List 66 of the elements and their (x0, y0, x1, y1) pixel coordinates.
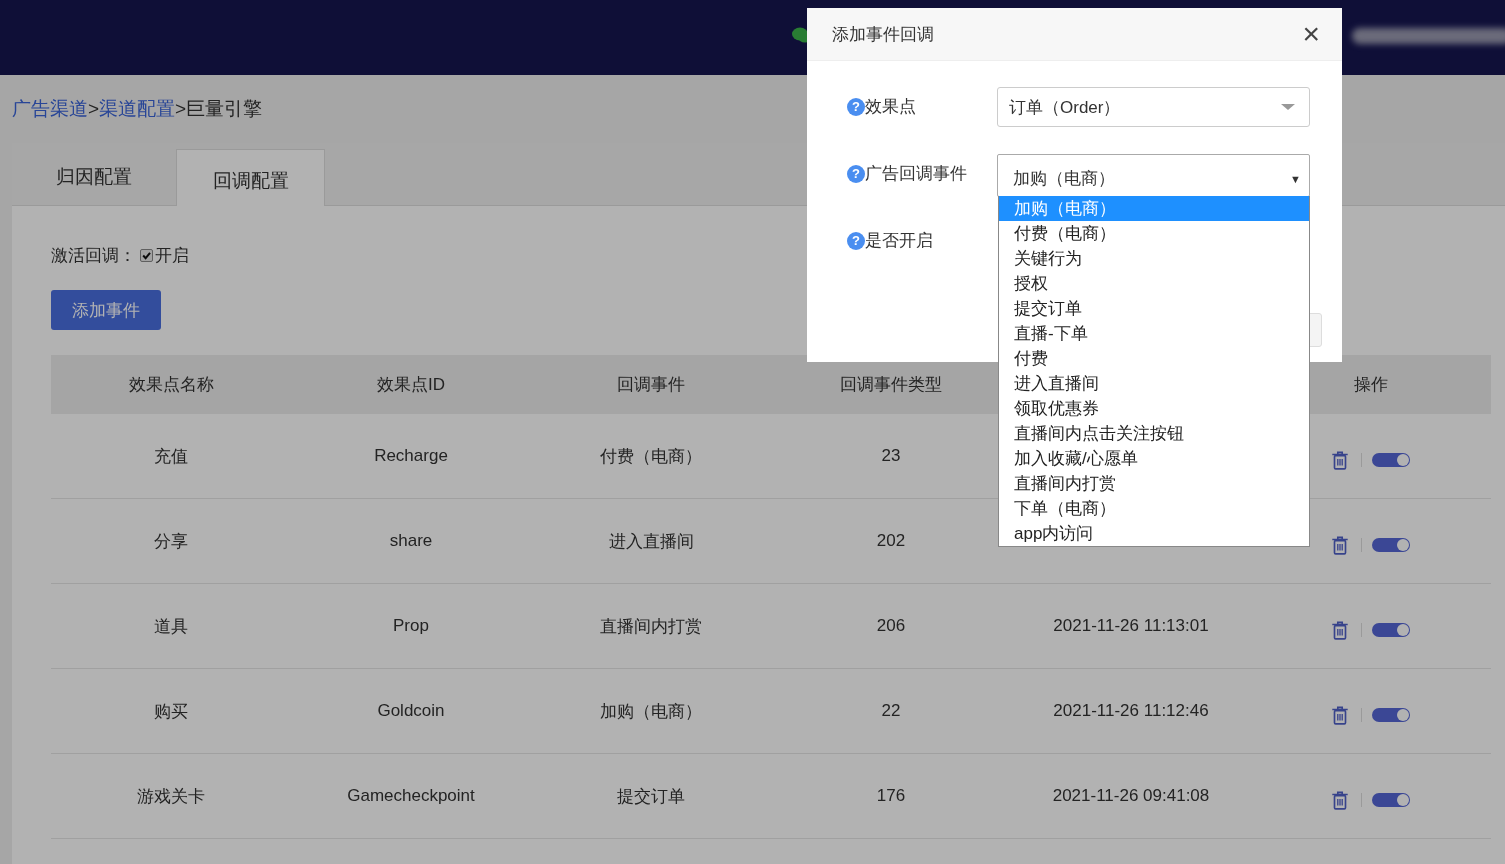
table-cell: 206 (876, 616, 906, 635)
table-cell: 2021-11-26 11:13:01 (1053, 616, 1209, 635)
caret-icon: ▼ (1290, 172, 1301, 185)
tab[interactable]: 归因配置 (12, 149, 176, 205)
field-label: 效果点 (865, 96, 916, 118)
breadcrumb-current: 巨量引擎 (186, 97, 263, 121)
dropdown-option[interactable]: 提交订单 (999, 296, 1309, 321)
table-cell: Gamecheckpoint (347, 786, 475, 805)
column-header: 回调事件 (617, 375, 685, 394)
column-header: 效果点名称 (128, 375, 214, 394)
add-event-button[interactable]: 添加事件 (51, 290, 161, 330)
table-cell: 提交订单 (617, 786, 685, 806)
table-cell: 充值 (154, 446, 188, 466)
breadcrumb-link[interactable]: 广告渠道 (12, 96, 88, 122)
checkbox-label: 开启 (155, 244, 189, 267)
toggle-switch[interactable] (1371, 623, 1410, 637)
table-cell: 176 (876, 786, 906, 805)
dropdown-option[interactable]: 付费（电商） (999, 221, 1309, 246)
table-cell: 直播间内打赏 (600, 616, 702, 636)
table-cell: share (389, 531, 433, 550)
dropdown-option[interactable]: 授权 (999, 271, 1309, 296)
dropdown-option[interactable]: 付费 (999, 346, 1309, 371)
table-cell: 道具 (154, 616, 188, 636)
field-label: 激活回调： (51, 244, 136, 267)
dropdown-option[interactable]: app内访问 (999, 521, 1309, 546)
toggle-switch[interactable] (1371, 793, 1410, 807)
toggle-switch[interactable] (1371, 538, 1410, 552)
tab[interactable]: 回调配置 (176, 149, 325, 206)
column-header: 效果点ID (377, 375, 445, 394)
table-cell: Prop (393, 616, 429, 635)
dropdown-option[interactable]: 下单（电商） (999, 496, 1309, 521)
table-cell: 购买 (154, 701, 188, 721)
toggle-switch[interactable] (1371, 708, 1410, 722)
table-cell: 23 (881, 446, 901, 465)
dropdown-option[interactable]: 进入直播间 (999, 371, 1309, 396)
field-label: 广告回调事件 (865, 163, 967, 185)
dropdown-option[interactable]: 直播间内点击关注按钮 (999, 421, 1309, 446)
toggle-switch[interactable] (1371, 453, 1410, 467)
table-cell: 加购（电商） (600, 701, 702, 721)
dropdown-option[interactable]: 直播间内打赏 (999, 471, 1309, 496)
table-cell: 2021-11-26 09:41:08 (1052, 786, 1210, 805)
column-header: 回调事件类型 (840, 375, 942, 394)
table-cell: 22 (881, 701, 901, 720)
dropdown-arrow-icon (1281, 104, 1295, 110)
dialog-title: 添加事件回调 (832, 23, 934, 46)
select-field[interactable]: 加购（电商） ▼ (997, 154, 1310, 197)
table-cell: Goldcoin (377, 701, 445, 720)
breadcrumb-separator: > (175, 98, 187, 120)
select-field[interactable]: 订单（Order） (997, 87, 1310, 127)
table-cell: 202 (876, 531, 906, 550)
table-cell: 付费（电商） (600, 446, 702, 466)
dropdown-option[interactable]: 领取优惠券 (999, 396, 1309, 421)
column-header: 操作 (1354, 375, 1388, 394)
dropdown-option[interactable]: 关键行为 (999, 246, 1309, 271)
table-cell: 2021-11-26 11:12:46 (1053, 701, 1209, 720)
table-cell: 游戏关卡 (137, 786, 205, 806)
breadcrumb-separator: > (88, 98, 100, 120)
field-label: 是否开启 (865, 230, 933, 252)
breadcrumb-link[interactable]: 渠道配置 (99, 96, 176, 122)
checkbox[interactable] (140, 248, 153, 262)
dropdown-option[interactable]: 加入收藏/心愿单 (999, 446, 1309, 471)
dropdown-option[interactable]: 直播-下单 (999, 321, 1309, 346)
table-cell: 进入直播间 (608, 531, 694, 551)
table-cell: 分享 (154, 531, 188, 551)
close-button[interactable]: × (1302, 19, 1320, 49)
table-cell: Recharge (374, 446, 448, 465)
